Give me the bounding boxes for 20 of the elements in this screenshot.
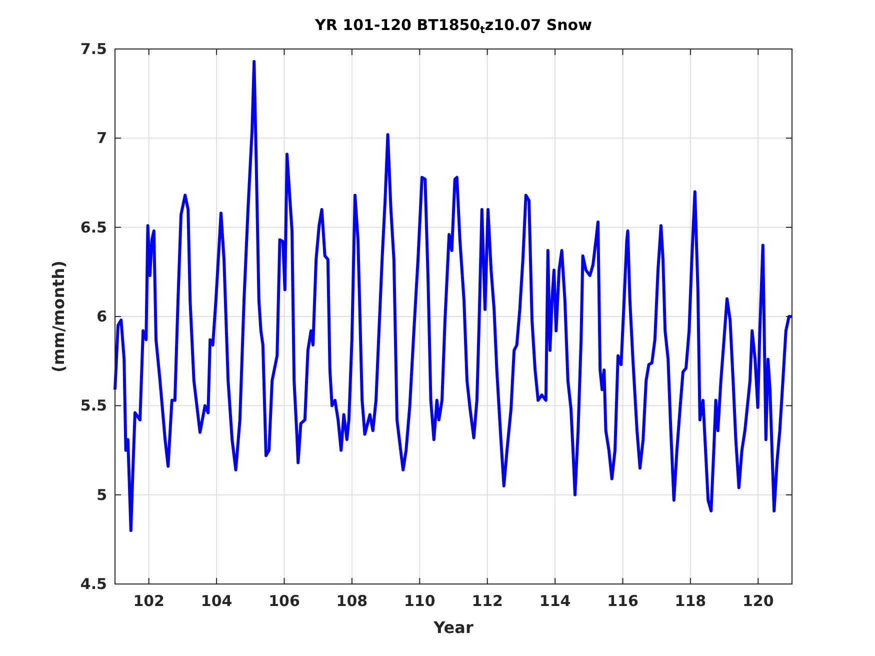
- tick-label: 6: [96, 308, 107, 326]
- tick-label: 116: [607, 592, 638, 610]
- tick-label: 118: [674, 592, 706, 610]
- tick-label: 7: [96, 129, 107, 148]
- tick-label: 7.5: [80, 40, 107, 58]
- tick-label: 104: [200, 592, 232, 610]
- chart-title: YR 101-120 BT1850$_{t}$z10.07 Snow: [315, 18, 592, 36]
- tick-label: 112: [472, 592, 503, 610]
- tick-label: 102: [133, 592, 164, 610]
- tick-label: 5: [96, 486, 107, 504]
- tick-label: 5.5: [80, 396, 107, 415]
- tick-label: 110: [404, 592, 436, 610]
- tick-label: 4.5: [80, 575, 107, 593]
- tick-label: 6.5: [80, 218, 107, 236]
- y-axis-label: (mm/month): [49, 260, 68, 372]
- tick-label: 114: [539, 592, 571, 610]
- tick-label: 120: [742, 592, 774, 610]
- tick-label: 106: [268, 592, 300, 610]
- tick-label: 108: [336, 592, 368, 610]
- x-axis-label: Year: [434, 618, 474, 637]
